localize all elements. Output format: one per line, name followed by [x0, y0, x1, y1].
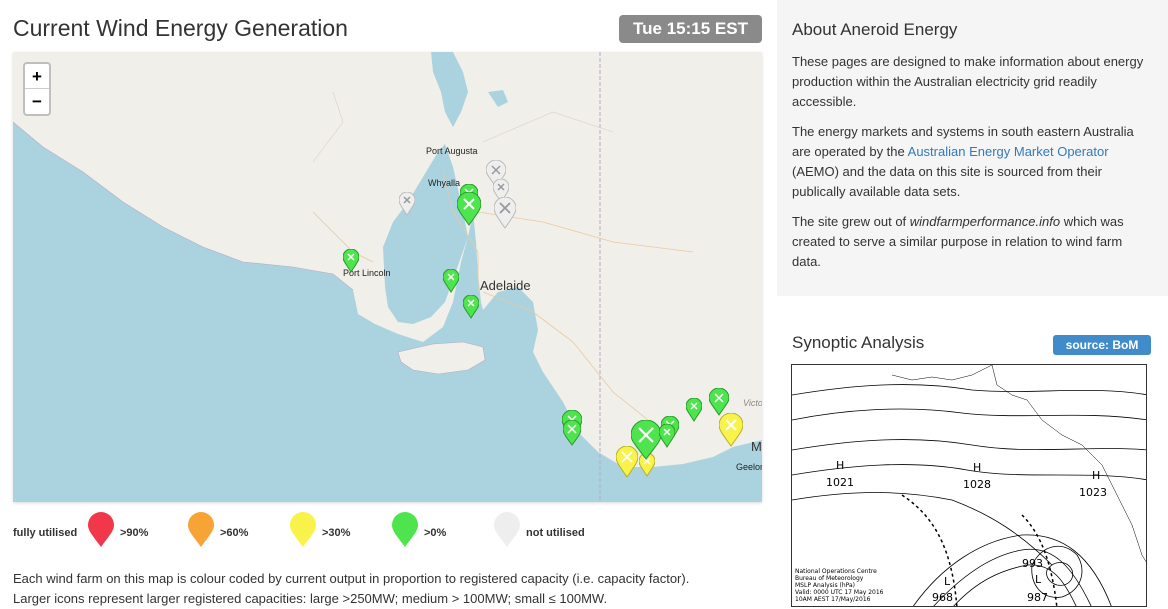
description-line-2: Larger icons represent larger registered…	[13, 591, 608, 606]
low-pressure-marker: L	[1035, 573, 1042, 586]
about-text: (AEMO) and the data on this site is sour…	[792, 164, 1102, 199]
label-whyalla: Whyalla	[428, 178, 461, 188]
legend-label: >30%	[322, 527, 351, 539]
label-victoria: Victo	[743, 398, 762, 408]
legend-marker-icon	[392, 512, 418, 547]
legend-label: >60%	[220, 527, 249, 539]
wind-farm-marker[interactable]	[709, 388, 729, 416]
about-site-name: windfarmperformance.info	[909, 214, 1061, 229]
about-paragraph-2: The energy markets and systems in south …	[792, 122, 1153, 202]
pressure-value: 993	[1022, 557, 1043, 570]
wind-farm-marker[interactable]	[494, 197, 516, 229]
synoptic-chart[interactable]: H 1021 H 1028 H 1023 993 L L 968 987 Nat…	[791, 364, 1147, 607]
legend-marker-icon	[494, 512, 520, 547]
wind-farm-marker[interactable]	[631, 420, 661, 460]
wind-farm-marker[interactable]	[719, 413, 743, 447]
legend: fully utilised >90% >60% >30% >0% not ut…	[13, 512, 762, 557]
high-pressure-marker: H	[973, 461, 982, 474]
label-adelaide: Adelaide	[480, 278, 531, 293]
aemo-link[interactable]: Australian Energy Market Operator	[908, 144, 1109, 159]
wind-farm-marker[interactable]	[343, 249, 359, 273]
legend-marker-icon	[188, 512, 214, 547]
about-title: About Aneroid Energy	[792, 20, 958, 39]
label-port-augusta: Port Augusta	[426, 146, 478, 156]
caption-line: Bureau of Meteorology	[795, 575, 864, 582]
map-description: Each wind farm on this map is colour cod…	[13, 569, 773, 609]
legend-marker-icon	[88, 512, 114, 547]
wind-farm-marker[interactable]	[399, 192, 415, 216]
zoom-control: + −	[23, 62, 51, 116]
caption-line: 10AM AEST 17/May/2016	[795, 596, 871, 603]
time-badge: Tue 15:15 EST	[619, 15, 762, 43]
wind-farm-marker[interactable]	[563, 420, 581, 446]
wind-farm-marker[interactable]	[463, 295, 479, 319]
label-geelong: Geelon	[736, 462, 762, 472]
legend-label: >0%	[424, 527, 447, 539]
description-line-1: Each wind farm on this map is colour cod…	[13, 571, 690, 586]
caption-line: MSLP Analysis (hPa)	[795, 582, 855, 589]
about-paragraph-3: The site grew out of windfarmperformance…	[792, 212, 1153, 272]
low-pressure-marker: L	[944, 575, 951, 588]
zoom-in-button[interactable]: +	[25, 64, 49, 89]
wind-farm-marker[interactable]	[457, 192, 481, 226]
pressure-value: 987	[1027, 591, 1048, 604]
wind-farm-marker[interactable]	[686, 398, 702, 422]
about-text: The site grew out of	[792, 214, 910, 229]
wind-farm-map[interactable]: + − Port Augusta Whyalla Port Lincoln Ad…	[13, 52, 762, 502]
pressure-value: 1021	[826, 476, 854, 489]
legend-fully-utilised-label: fully utilised	[13, 527, 78, 539]
source-badge[interactable]: source: BoM	[1053, 335, 1151, 355]
synoptic-title: Synoptic Analysis	[792, 333, 925, 352]
high-pressure-marker: H	[836, 459, 845, 472]
zoom-out-button[interactable]: −	[25, 89, 49, 114]
caption-line: National Operations Centre	[795, 568, 877, 575]
label-melbourne: M	[751, 439, 762, 454]
page-title: Current Wind Energy Generation	[13, 15, 348, 41]
legend-marker-icon	[290, 512, 316, 547]
high-pressure-marker: H	[1092, 469, 1101, 482]
wind-farm-marker[interactable]	[443, 269, 459, 293]
pressure-value: 1023	[1079, 486, 1107, 499]
about-panel: About Aneroid Energy These pages are des…	[777, 0, 1168, 296]
pressure-value: 968	[932, 591, 953, 604]
pressure-value: 1028	[963, 478, 991, 491]
wind-farm-marker[interactable]	[659, 424, 675, 448]
legend-label: not utilised	[526, 527, 585, 539]
synoptic-caption: National Operations Centre Bureau of Met…	[794, 567, 885, 604]
about-paragraph-1: These pages are designed to make informa…	[792, 54, 1144, 109]
legend-label: >90%	[120, 527, 149, 539]
caption-line: Valid: 0000 UTC 17 May 2016	[795, 589, 884, 596]
